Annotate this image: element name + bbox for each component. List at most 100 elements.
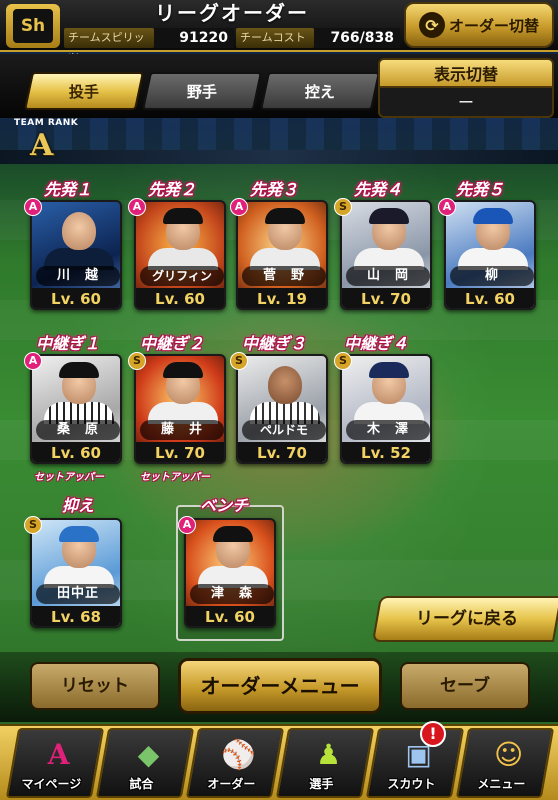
player-portrait bbox=[32, 520, 120, 588]
nav-label: スカウト bbox=[387, 777, 436, 791]
player-card-starter-1[interactable]: 川 越 Lv. 60 bbox=[30, 200, 122, 310]
player-card-relief-1[interactable]: 桑 原 Lv. 60 bbox=[30, 354, 122, 464]
rank-badge: A bbox=[24, 198, 42, 216]
slot-label-closer: 抑え bbox=[62, 496, 95, 515]
player-name: 山 岡 bbox=[346, 266, 430, 286]
nav-player[interactable]: ♟ 選手 bbox=[275, 728, 375, 798]
slot-label-starter-2: 先発２ bbox=[148, 180, 197, 199]
player-card-relief-3[interactable]: ペルドモ Lv. 70 bbox=[236, 354, 328, 464]
player-portrait bbox=[238, 202, 326, 270]
mypage-icon: A bbox=[47, 737, 70, 771]
nav-mypage[interactable]: A マイページ bbox=[5, 728, 105, 798]
player-portrait bbox=[238, 356, 326, 424]
slot-label-starter-1: 先発１ bbox=[44, 180, 93, 199]
tab-fielder[interactable]: 野手 bbox=[141, 72, 263, 110]
rank-badge: S bbox=[334, 352, 352, 370]
slot-label-starter-4: 先発４ bbox=[354, 180, 403, 199]
rank-badge: S bbox=[24, 516, 42, 534]
slot-label-bench: ベンチ bbox=[200, 496, 249, 515]
slot-label-starter-5: 先発５ bbox=[456, 180, 505, 199]
team-spirit-value: 91220 bbox=[154, 28, 234, 48]
player-name: 柳 bbox=[450, 266, 534, 286]
menu-icon: ☺ bbox=[493, 737, 524, 771]
player-portrait bbox=[446, 202, 534, 270]
player-card-starter-4[interactable]: 山 岡 Lv. 70 bbox=[340, 200, 432, 310]
back-to-league-button[interactable]: リーグに戻る bbox=[371, 596, 558, 642]
outfield-wall bbox=[0, 150, 558, 164]
rank-badge: A bbox=[178, 516, 196, 534]
slot-label-relief-2: 中継ぎ２ bbox=[140, 334, 205, 353]
player-cap bbox=[473, 208, 513, 224]
nav-scout[interactable]: ▣ スカウト bbox=[365, 728, 465, 798]
screen-title: リーグオーダー bbox=[155, 1, 309, 25]
player-name: 川 越 bbox=[36, 266, 120, 286]
player-card-starter-5[interactable]: 柳 Lv. 60 bbox=[444, 200, 536, 310]
nav-label: マイページ bbox=[21, 777, 82, 791]
player-portrait bbox=[342, 202, 430, 270]
player-name: 木 澤 bbox=[346, 420, 430, 440]
player-name: ペルドモ bbox=[242, 420, 326, 440]
player-card-relief-4[interactable]: 木 澤 Lv. 52 bbox=[340, 354, 432, 464]
player-card-closer[interactable]: 田中正 Lv. 68 bbox=[30, 518, 122, 628]
order-switch-label: オーダー切替 bbox=[448, 16, 539, 35]
player-portrait bbox=[136, 356, 224, 424]
nav-menu[interactable]: ☺ メニュー bbox=[455, 728, 555, 798]
rank-badge: A bbox=[24, 352, 42, 370]
player-card-bench[interactable]: 津 森 Lv. 60 bbox=[184, 518, 276, 628]
player-level: Lv. 70 bbox=[136, 442, 224, 462]
order-menu-button[interactable]: オーダーメニュー bbox=[178, 658, 382, 714]
nav-label: オーダー bbox=[207, 777, 256, 791]
player-portrait bbox=[342, 356, 430, 424]
save-button[interactable]: セーブ bbox=[400, 662, 530, 710]
back-to-league-label: リーグに戻る bbox=[416, 609, 518, 629]
player-icon: ♟ bbox=[316, 737, 342, 771]
player-card-relief-2[interactable]: 藤 井 Lv. 70 bbox=[134, 354, 226, 464]
player-level: Lv. 70 bbox=[342, 288, 430, 308]
player-level: Lv. 60 bbox=[186, 606, 274, 626]
player-cap bbox=[163, 362, 203, 378]
rank-badge: S bbox=[334, 198, 352, 216]
player-cap bbox=[163, 208, 203, 224]
team-logo-mark: Sh bbox=[13, 9, 53, 43]
player-card-starter-2[interactable]: グリフィン Lv. 60 bbox=[134, 200, 226, 310]
rank-badge: S bbox=[230, 352, 248, 370]
tab-label: 投手 bbox=[68, 82, 99, 101]
stadium-icon: ◆ bbox=[137, 737, 160, 771]
slot-label-starter-3: 先発３ bbox=[250, 180, 299, 199]
player-cap bbox=[369, 208, 409, 224]
team-cost-label: チームコスト bbox=[236, 28, 314, 48]
role-sublabel: セットアッパー bbox=[140, 472, 210, 483]
nav-order[interactable]: ⚾ オーダー bbox=[185, 728, 285, 798]
team-rank-label: TEAM RANK bbox=[14, 118, 79, 128]
team-logo: Sh bbox=[6, 4, 60, 48]
player-face bbox=[268, 366, 302, 404]
tab-pitcher[interactable]: 投手 bbox=[23, 72, 145, 110]
slot-label-relief-4: 中継ぎ４ bbox=[344, 334, 409, 353]
player-name: 田中正 bbox=[36, 584, 120, 604]
player-portrait bbox=[136, 202, 224, 270]
player-face bbox=[62, 212, 96, 250]
player-cap bbox=[59, 526, 99, 542]
order-switch-button[interactable]: ⟳ オーダー切替 bbox=[404, 2, 554, 48]
team-rank-value: A bbox=[30, 128, 54, 163]
player-level: Lv. 19 bbox=[238, 288, 326, 308]
tab-label: 控え bbox=[304, 82, 335, 101]
lineup-icon: ⚾ bbox=[221, 737, 257, 771]
player-level: Lv. 70 bbox=[238, 442, 326, 462]
nav-game[interactable]: ◆ 試合 bbox=[95, 728, 195, 798]
player-name: 津 森 bbox=[190, 584, 274, 604]
notification-badge: ! bbox=[420, 721, 446, 747]
player-card-starter-3[interactable]: 菅 野 Lv. 19 bbox=[236, 200, 328, 310]
tab-reserve[interactable]: 控え bbox=[259, 72, 381, 110]
display-toggle-value[interactable]: ー bbox=[378, 88, 554, 118]
tab-label: 野手 bbox=[186, 82, 217, 101]
reset-button[interactable]: リセット bbox=[30, 662, 160, 710]
slot-label-relief-3: 中継ぎ３ bbox=[242, 334, 307, 353]
player-name: 菅 野 bbox=[242, 266, 326, 286]
player-cap bbox=[265, 208, 305, 224]
slot-label-relief-1: 中継ぎ１ bbox=[36, 334, 101, 353]
team-spirit-label: チームスピリッツ bbox=[64, 28, 154, 64]
player-name: 桑 原 bbox=[36, 420, 120, 440]
player-name: グリフィン bbox=[140, 266, 224, 286]
display-toggle-button[interactable]: 表示切替 bbox=[378, 58, 554, 88]
